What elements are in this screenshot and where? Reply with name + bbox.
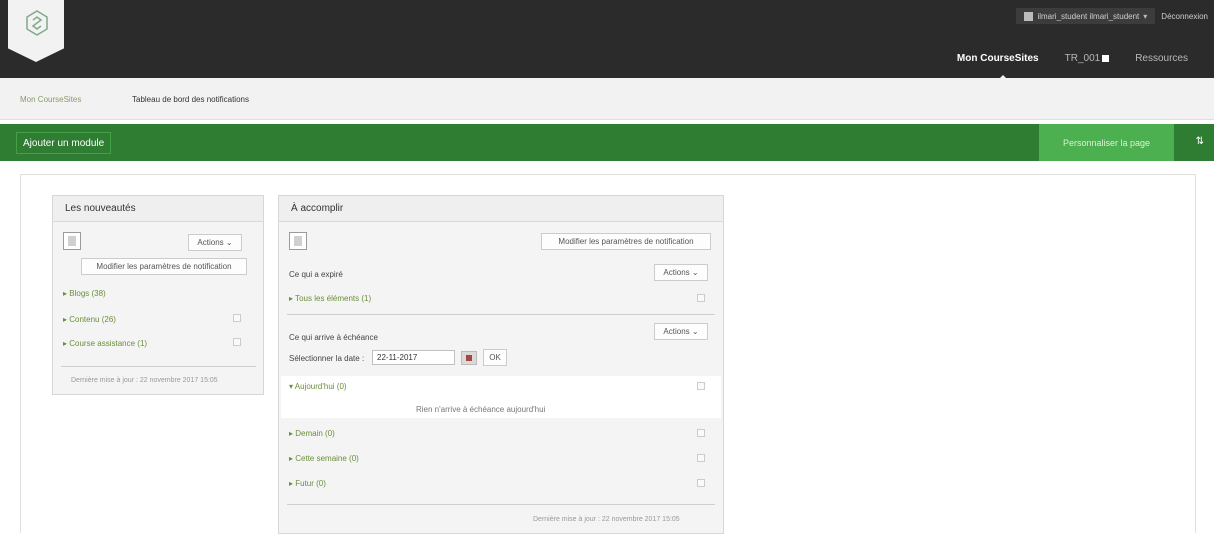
todo-last-updated: Dernière mise à jour : 22 novembre 2017 … — [533, 516, 680, 523]
expired-actions-button[interactable]: Actions ⌄ — [654, 264, 708, 281]
logo-icon — [26, 10, 48, 36]
nav-mon-coursesites[interactable]: Mon CourseSites — [957, 53, 1039, 83]
date-input[interactable]: 22-11-2017 — [372, 350, 455, 365]
news-modify-settings-button[interactable]: Modifier les paramètres de notification — [81, 258, 247, 275]
logout-link[interactable]: Déconnexion — [1161, 12, 1208, 21]
news-item-label: Course assistance (1) — [69, 339, 148, 348]
avatar — [289, 232, 307, 250]
breadcrumb-home[interactable]: Mon CourseSites — [20, 95, 81, 104]
upcoming-label: Ce qui arrive à échéance — [289, 333, 378, 342]
item-options-icon[interactable] — [697, 454, 705, 462]
calendar-icon[interactable] — [461, 351, 477, 365]
breadcrumb-current: Tableau de bord des notifications — [132, 95, 249, 104]
news-item-blogs[interactable]: ▸ Blogs (38) — [63, 289, 106, 298]
news-last-updated: Dernière mise à jour : 22 novembre 2017 … — [71, 377, 218, 384]
select-date-label: Sélectionner la date : — [289, 354, 365, 363]
nav-tr-001-label: TR_001 — [1064, 53, 1101, 64]
user-avatar-icon — [1024, 11, 1034, 21]
item-options-icon[interactable] — [233, 314, 241, 322]
todo-title: À accomplir — [279, 196, 723, 222]
item-options-icon[interactable] — [697, 382, 705, 390]
news-item-label: Blogs (38) — [69, 289, 106, 298]
menu-icon — [1102, 54, 1110, 62]
upcoming-future[interactable]: ▸ Futur (0) — [289, 479, 326, 488]
customize-page-button[interactable]: Personnaliser la page — [1039, 124, 1174, 161]
news-module: Les nouveautés Actions ⌄ Modifier les pa… — [52, 195, 264, 395]
upcoming-this-week[interactable]: ▸ Cette semaine (0) — [289, 454, 359, 463]
upcoming-future-label: Futur (0) — [295, 479, 326, 488]
divider — [287, 314, 715, 315]
nothing-due-today: Rien n'arrive à échéance aujourd'hui — [416, 405, 546, 414]
divider — [287, 504, 715, 505]
user-area: ilmari_student ilmari_student ▾ Déconnex… — [1016, 8, 1208, 24]
nav-tr-001[interactable]: TR_001 — [1065, 53, 1110, 64]
chevron-down-icon: ▾ — [1143, 11, 1148, 21]
upcoming-tomorrow-label: Demain (0) — [295, 429, 335, 438]
avatar — [63, 232, 81, 250]
news-item-content[interactable]: ▸ Contenu (26) — [63, 315, 116, 324]
expired-label: Ce qui a expiré — [289, 270, 343, 279]
upcoming-this-week-label: Cette semaine (0) — [295, 454, 359, 463]
news-title: Les nouveautés — [53, 196, 263, 222]
top-header: ilmari_student ilmari_student ▾ Déconnex… — [0, 0, 1214, 83]
item-options-icon[interactable] — [697, 294, 705, 302]
todo-modify-settings-button[interactable]: Modifier les paramètres de notification — [541, 233, 711, 250]
divider — [61, 366, 256, 367]
upcoming-today[interactable]: ▾ Aujourd'hui (0) — [289, 382, 347, 391]
main-nav: Mon CourseSites TR_001 Ressources — [957, 53, 1188, 83]
item-options-icon[interactable] — [697, 479, 705, 487]
item-options-icon[interactable] — [233, 338, 241, 346]
todo-module: À accomplir Modifier les paramètres de n… — [278, 195, 724, 534]
upcoming-tomorrow[interactable]: ▸ Demain (0) — [289, 429, 335, 438]
upcoming-today-label: Aujourd'hui (0) — [294, 382, 347, 391]
coursesites-logo[interactable] — [8, 0, 64, 62]
page-toolbar: Ajouter un module Personnaliser la page … — [0, 124, 1214, 161]
upcoming-actions-button[interactable]: Actions ⌄ — [654, 323, 708, 340]
nav-ressources[interactable]: Ressources — [1135, 53, 1188, 64]
user-menu[interactable]: ilmari_student ilmari_student ▾ — [1016, 8, 1156, 24]
add-module-button[interactable]: Ajouter un module — [16, 132, 112, 154]
dashboard-content: Les nouveautés Actions ⌄ Modifier les pa… — [20, 174, 1196, 534]
user-name: ilmari_student ilmari_student — [1037, 11, 1140, 21]
date-go-button[interactable]: OK — [483, 349, 507, 366]
item-options-icon[interactable] — [697, 429, 705, 437]
news-item-label: Contenu (26) — [69, 315, 116, 324]
reorder-icon[interactable]: ⇅ — [1196, 136, 1204, 147]
breadcrumb: Mon CourseSites Tableau de bord des noti… — [0, 78, 1214, 120]
news-actions-button[interactable]: Actions ⌄ — [188, 234, 242, 251]
news-item-course-assistance[interactable]: ▸ Course assistance (1) — [63, 339, 147, 348]
expired-all-items-label: Tous les éléments (1) — [295, 294, 372, 303]
expired-all-items[interactable]: ▸ Tous les éléments (1) — [289, 294, 371, 303]
